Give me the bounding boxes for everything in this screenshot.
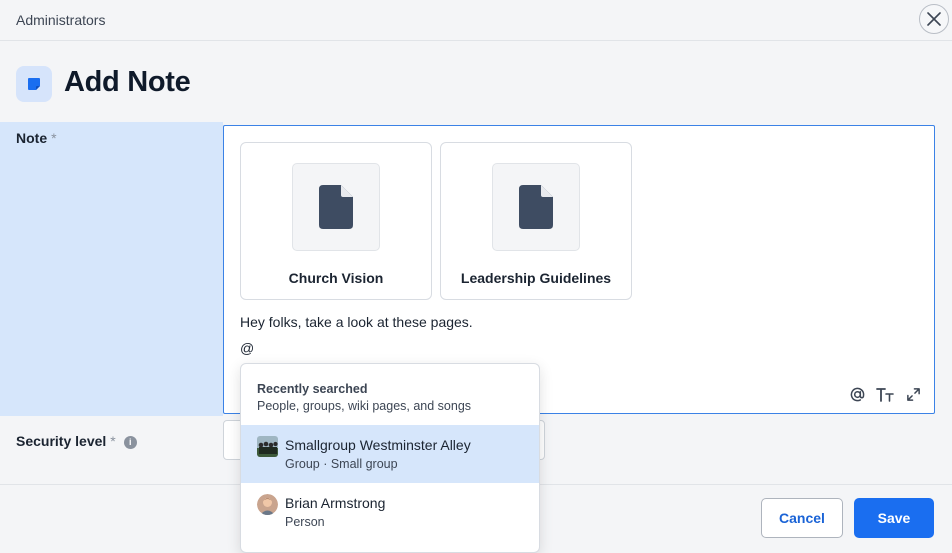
mention-dropdown: Recently searched People, groups, wiki p… (240, 363, 540, 553)
attachment-title: Leadership Guidelines (460, 270, 612, 286)
option-subtitle: Person (285, 515, 325, 529)
top-bar: Administrators (0, 0, 952, 41)
required-mark: * (110, 433, 116, 449)
attachment-title: Church Vision (288, 270, 384, 286)
note-label-column: Note * (0, 122, 223, 416)
attachment-card[interactable]: Leadership Guidelines (440, 142, 632, 300)
document-icon (319, 185, 353, 229)
dropdown-heading: Recently searched (257, 382, 368, 396)
attachment-thumbnail (292, 163, 380, 251)
page-title: Add Note (64, 66, 191, 98)
close-button[interactable] (919, 4, 949, 34)
attachment-thumbnail (492, 163, 580, 251)
editor-toolbar (848, 385, 922, 403)
mention-trigger-text: @ (240, 340, 255, 356)
option-name: Brian Armstrong (285, 495, 386, 511)
note-icon (16, 66, 52, 102)
note-label: Note * (16, 130, 57, 146)
option-subtitle: Group · Small group (285, 457, 398, 471)
dropdown-subheading: People, groups, wiki pages, and songs (257, 399, 472, 413)
expand-icon[interactable] (904, 385, 922, 403)
info-icon[interactable]: i (123, 435, 137, 449)
dropdown-header: Recently searched People, groups, wiki p… (257, 382, 471, 413)
required-mark: * (51, 130, 57, 146)
text-format-icon[interactable] (876, 385, 894, 403)
option-name: Smallgroup Westminster Alley (285, 437, 471, 453)
person-avatar (257, 494, 278, 515)
document-icon (519, 185, 553, 229)
attachment-card[interactable]: Church Vision (240, 142, 432, 300)
save-button[interactable]: Save (854, 498, 934, 538)
page-header: Add Note (0, 42, 952, 122)
mention-option[interactable]: Smallgroup Westminster Alley Group · Sma… (241, 425, 539, 483)
close-icon (927, 12, 941, 26)
note-body-text: Hey folks, take a look at these pages. (240, 314, 473, 330)
group-avatar (257, 436, 278, 457)
security-level-label: Security level * i (16, 433, 137, 449)
cancel-button[interactable]: Cancel (761, 498, 843, 538)
breadcrumb[interactable]: Administrators (16, 12, 105, 28)
mention-icon[interactable] (848, 385, 866, 403)
mention-option[interactable]: Brian Armstrong Person (241, 483, 539, 541)
